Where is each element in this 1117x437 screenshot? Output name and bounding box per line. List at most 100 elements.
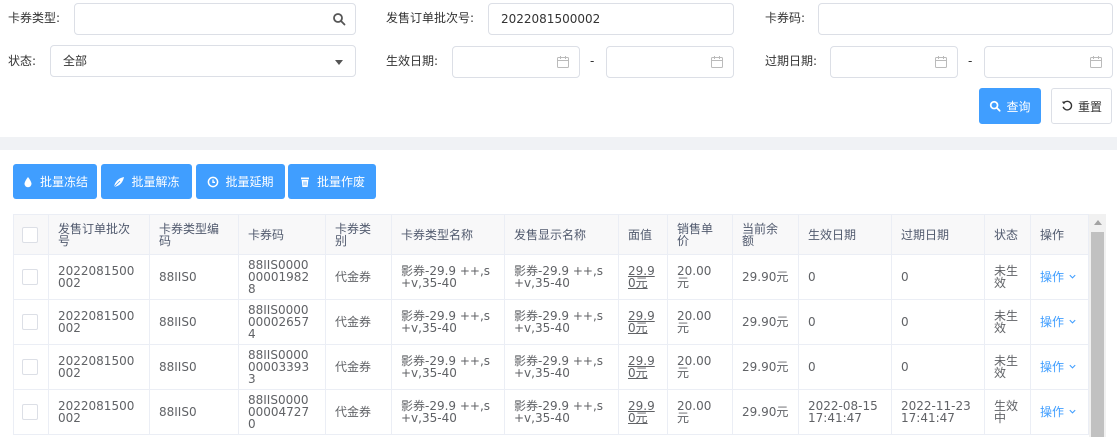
row-checkbox[interactable] (22, 404, 38, 420)
expire-date-start[interactable] (830, 46, 958, 78)
col-end-date: 过期日期 (891, 214, 985, 255)
select-all-checkbox[interactable] (22, 226, 38, 243)
table-row: 2022081500002 88IIS0 88IIS0000000033933 … (13, 344, 1089, 390)
cell-order-batch: 2022081500002 (48, 254, 150, 300)
col-card-code: 卡券码 (238, 214, 326, 255)
drop-icon (24, 176, 32, 187)
cell-category: 代金券 (325, 254, 392, 300)
status-label: 状态: (8, 54, 37, 68)
chevron-down-icon (1069, 409, 1076, 414)
calendar-icon (1090, 56, 1102, 68)
row-checkbox[interactable] (22, 359, 38, 375)
filter-panel: 卡券类型: 发售订单批次号: 2022081500002 卡券码: 状态: 全部… (0, 0, 1117, 137)
cell-type-code: 88IIS0 (149, 389, 239, 435)
cell-actions: 操作 (1030, 299, 1089, 345)
vertical-scrollbar[interactable] (1089, 214, 1106, 437)
cell-order-batch: 2022081500002 (48, 344, 150, 390)
cell-category: 代金券 (325, 299, 392, 345)
batch-freeze-button[interactable]: 批量冻结 (13, 164, 97, 199)
effective-date-start[interactable] (452, 46, 580, 78)
search-icon[interactable] (332, 12, 346, 26)
row-checkbox[interactable] (22, 269, 38, 285)
cell-end-date: 2022-11-23 17:41:47 (891, 389, 985, 435)
reset-button[interactable]: 重置 (1051, 88, 1112, 124)
cell-start-date: 0 (798, 344, 892, 390)
calendar-icon (711, 56, 723, 68)
col-start-date: 生效日期 (798, 214, 892, 255)
scroll-up-arrow[interactable] (1094, 220, 1102, 225)
row-action-dropdown[interactable]: 操作 (1040, 270, 1077, 284)
batch-unfreeze-button[interactable]: 批量解冻 (101, 164, 192, 199)
cell-unit-price: 20.00元 (667, 344, 733, 390)
cell-actions: 操作 (1030, 254, 1089, 300)
order-batch-input[interactable]: 2022081500002 (488, 3, 734, 35)
cell-actions: 操作 (1030, 389, 1089, 435)
select-all-cell (13, 214, 49, 255)
col-type-name: 卡券类型名称 (391, 214, 505, 255)
leaf-icon (114, 176, 125, 187)
clock-icon (208, 176, 219, 187)
cell-category: 代金券 (325, 344, 392, 390)
cell-type-code: 88IIS0 (149, 254, 239, 300)
section-divider (0, 137, 1117, 150)
cell-end-date: 0 (891, 299, 985, 345)
cell-balance: 29.90元 (732, 344, 799, 390)
cell-end-date: 0 (891, 344, 985, 390)
cell-face-value: 29.90元 (618, 254, 668, 300)
row-action-dropdown[interactable]: 操作 (1040, 360, 1077, 374)
scrollbar-thumb[interactable] (1091, 232, 1104, 437)
cell-order-batch: 2022081500002 (48, 299, 150, 345)
batch-extend-button[interactable]: 批量延期 (196, 164, 285, 199)
cell-face-value: 29.90元 (618, 389, 668, 435)
expire-date-label: 过期日期: (765, 54, 818, 68)
cell-card-code: 88IIS0000000047270 (238, 389, 326, 435)
calendar-icon (557, 56, 569, 68)
row-action-dropdown[interactable]: 操作 (1040, 315, 1077, 329)
cell-category: 代金券 (325, 389, 392, 435)
cell-card-code: 88IIS0000000026574 (238, 299, 326, 345)
effective-date-end[interactable] (606, 46, 734, 78)
cell-end-date: 0 (891, 254, 985, 300)
table-header-row: 发售订单批次号 卡券类型编码 卡券码 卡券类别 卡券类型名称 发售显示名称 面值… (13, 214, 1089, 255)
cell-start-date: 0 (798, 254, 892, 300)
row-action-dropdown[interactable]: 操作 (1040, 405, 1077, 419)
query-button[interactable]: 查询 (979, 88, 1041, 124)
cell-balance: 29.90元 (732, 299, 799, 345)
card-type-input[interactable] (74, 3, 356, 35)
cell-type-name: 影券-29.9 ++,s+v,35-40 (391, 344, 505, 390)
col-order-batch: 发售订单批次号 (48, 214, 150, 255)
cell-balance: 29.90元 (732, 389, 799, 435)
cell-type-name: 影券-29.9 ++,s+v,35-40 (391, 254, 505, 300)
cell-status: 生效中 (984, 389, 1031, 435)
status-select[interactable]: 全部 (50, 45, 356, 77)
cell-unit-price: 20.00元 (667, 389, 733, 435)
cell-balance: 29.90元 (732, 254, 799, 300)
card-type-label: 卡券类型: (8, 11, 61, 25)
col-face-value: 面值 (618, 214, 668, 255)
date-range-separator: - (968, 54, 973, 68)
search-icon (990, 100, 1002, 112)
cell-display-name: 影券-29.9 ++,s+v,35-40 (504, 389, 619, 435)
row-checkbox[interactable] (22, 314, 38, 330)
card-code-input[interactable] (818, 3, 1113, 35)
cell-display-name: 影券-29.9 ++,s+v,35-40 (504, 344, 619, 390)
cell-face-value: 29.90元 (618, 299, 668, 345)
cell-display-name: 影券-29.9 ++,s+v,35-40 (504, 299, 619, 345)
cell-card-code: 88IIS0000000033933 (238, 344, 326, 390)
cell-unit-price: 20.00元 (667, 299, 733, 345)
cell-actions: 操作 (1030, 344, 1089, 390)
cell-order-batch: 2022081500002 (48, 389, 150, 435)
col-category: 卡券类别 (325, 214, 392, 255)
cell-face-value: 29.90元 (618, 344, 668, 390)
col-unit-price: 销售单价 (667, 214, 733, 255)
cell-display-name: 影券-29.9 ++,s+v,35-40 (504, 254, 619, 300)
card-code-label: 卡券码: (765, 11, 806, 25)
col-balance: 当前余额 (732, 214, 799, 255)
expire-date-end[interactable] (984, 46, 1113, 78)
card-table: 发售订单批次号 卡券类型编码 卡券码 卡券类别 卡券类型名称 发售显示名称 面值… (13, 214, 1089, 435)
caret-down-icon (335, 60, 343, 65)
batch-void-button[interactable]: 批量作废 (288, 164, 376, 199)
calendar-icon (935, 56, 947, 68)
cell-type-code: 88IIS0 (149, 299, 239, 345)
col-actions: 操作 (1030, 214, 1089, 255)
